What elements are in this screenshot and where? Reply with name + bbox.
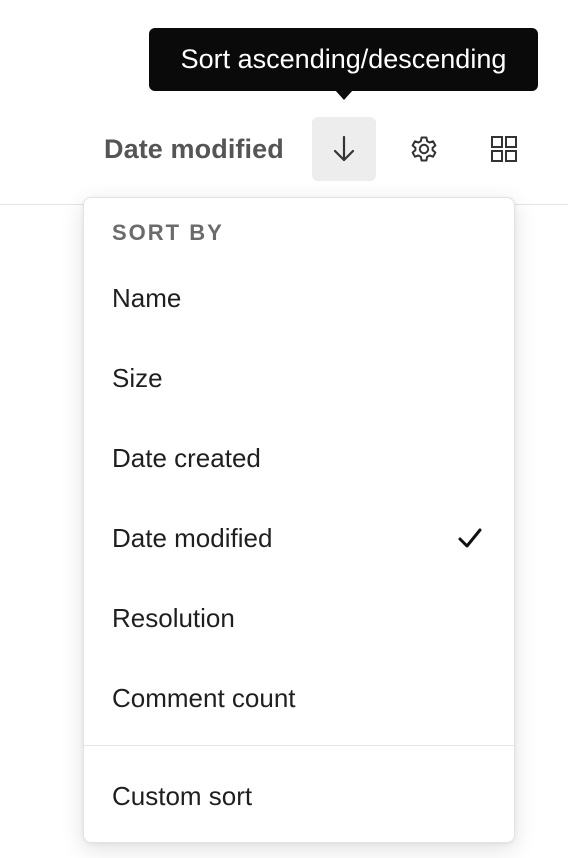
checkmark-icon xyxy=(458,528,482,548)
sort-by-menu: SORT BY Name Size Date created Date modi… xyxy=(83,197,515,843)
menu-item-label: Name xyxy=(112,283,182,313)
settings-button[interactable] xyxy=(400,125,448,173)
menu-item-date-modified[interactable]: Date modified xyxy=(84,498,514,578)
sort-direction-button[interactable] xyxy=(312,117,376,181)
menu-divider xyxy=(84,745,514,746)
menu-item-label: Comment count xyxy=(112,683,296,713)
arrow-down-icon xyxy=(333,135,355,162)
menu-heading: SORT BY xyxy=(112,220,224,245)
menu-item-label: Size xyxy=(112,363,163,393)
gear-icon xyxy=(411,136,437,162)
view-toggle-button[interactable] xyxy=(480,125,528,173)
sort-field-label[interactable]: Date modified xyxy=(104,132,284,166)
grid-icon xyxy=(491,136,517,162)
menu-item-date-created[interactable]: Date created xyxy=(84,418,514,498)
page: Date modified Sort ascending/descending xyxy=(0,0,568,858)
menu-item-label: Custom sort xyxy=(112,781,253,811)
menu-item-label: Date modified xyxy=(112,523,273,553)
sort-direction-tooltip: Sort ascending/descending xyxy=(149,28,538,91)
tooltip-arrow xyxy=(335,90,353,100)
menu-item-resolution[interactable]: Resolution xyxy=(84,578,514,658)
menu-item-comment-count[interactable]: Comment count xyxy=(84,658,514,738)
menu-item-custom-sort[interactable]: Custom sort xyxy=(84,756,514,836)
menu-item-size[interactable]: Size xyxy=(84,338,514,418)
menu-item-label: Resolution xyxy=(112,603,235,633)
menu-item-label: Date created xyxy=(112,443,261,473)
menu-item-name[interactable]: Name xyxy=(84,258,514,338)
